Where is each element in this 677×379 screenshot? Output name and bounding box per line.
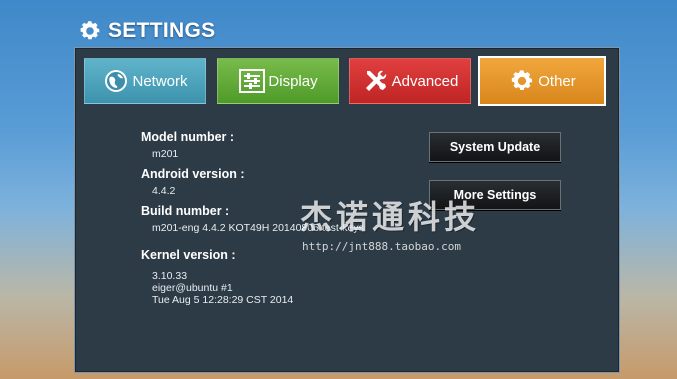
page-title: SETTINGS	[78, 16, 215, 46]
tab-network[interactable]: Network	[84, 58, 206, 104]
kernel-version-value: 3.10.33 eiger@ubuntu #1 Tue Aug 5 12:28:…	[152, 270, 293, 306]
android-version-value: 4.4.2	[152, 185, 176, 197]
sliders-icon	[238, 67, 266, 95]
settings-title: SETTINGS	[108, 19, 216, 42]
kernel-build-line: eiger@ubuntu #1	[152, 282, 233, 294]
watermark: 杰诺通科技 http://jnt888.taobao.com	[300, 192, 480, 253]
tab-network-label: Network	[132, 72, 188, 90]
watermark-text: 杰诺通科技	[300, 198, 481, 236]
android-version-label: Android version :	[141, 167, 245, 181]
watermark-url: http://jnt888.taobao.com	[302, 240, 461, 253]
android-version-group: Android version : 4.4.2	[141, 167, 244, 197]
gear-icon	[508, 67, 536, 95]
tab-advanced-label: Advanced	[391, 72, 459, 90]
model-number-group: Model number : m201	[141, 130, 234, 160]
tab-other-label: Other	[538, 72, 576, 90]
tools-icon	[362, 67, 390, 95]
tab-display[interactable]: Display	[217, 58, 339, 104]
kernel-date-line: Tue Aug 5 12:28:29 CST 2014	[152, 294, 294, 306]
globe-icon	[102, 67, 130, 95]
model-number-value: m201	[152, 148, 179, 160]
tab-advanced[interactable]: Advanced	[349, 58, 471, 104]
kernel-version-group: Kernel version : 3.10.33 eiger@ubuntu #1…	[141, 248, 293, 306]
tab-display-label: Display	[268, 72, 318, 90]
model-number-label: Model number :	[141, 130, 235, 144]
gear-icon	[80, 21, 100, 40]
kernel-version-line: 3.10.33	[152, 270, 188, 282]
system-update-button[interactable]: System Update	[429, 132, 561, 162]
kernel-version-label: Kernel version :	[141, 248, 236, 262]
tab-other[interactable]: Other	[478, 56, 606, 106]
